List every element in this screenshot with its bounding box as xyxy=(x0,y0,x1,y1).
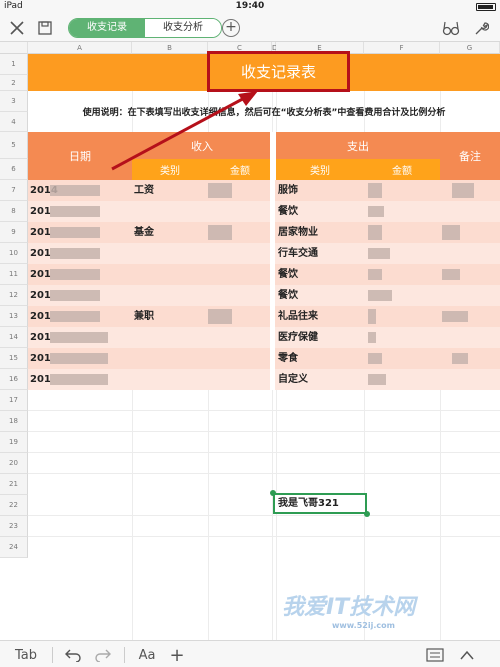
insert-button[interactable]: + xyxy=(166,645,188,666)
top-toolbar: 收支记录 收支分析 + xyxy=(0,14,500,42)
selection-handle[interactable] xyxy=(270,490,276,496)
grid-line xyxy=(28,515,500,516)
divider xyxy=(52,647,53,663)
save-icon[interactable] xyxy=(34,17,56,39)
undo-icon[interactable] xyxy=(62,645,84,665)
watermark-text: 我爱IT技术网 xyxy=(282,595,416,620)
watermark: 我爱IT技术网 www.52ij.com xyxy=(282,595,492,639)
grid-line xyxy=(28,452,500,453)
row-header[interactable]: 21 xyxy=(0,474,28,495)
keyboard-icon[interactable] xyxy=(424,645,446,665)
watermark-url: www.52ij.com xyxy=(332,621,395,630)
tab-income-record[interactable]: 收支记录 xyxy=(69,19,145,37)
selection-handle[interactable] xyxy=(364,511,370,517)
tab-key-button[interactable]: Tab xyxy=(8,645,44,665)
annotation-arrow xyxy=(111,91,258,171)
bottom-toolbar: Tab Aa + xyxy=(0,640,500,667)
selected-cell[interactable]: 我是飞哥321 xyxy=(273,493,367,514)
battery-icon xyxy=(476,3,496,11)
add-sheet-button[interactable]: + xyxy=(222,19,240,37)
close-icon[interactable] xyxy=(6,17,28,39)
row-header[interactable]: 22 xyxy=(0,495,28,516)
grid-line xyxy=(28,473,500,474)
row-header[interactable]: 23 xyxy=(0,516,28,537)
reading-glasses-icon[interactable] xyxy=(440,17,462,39)
wrench-icon[interactable] xyxy=(470,17,492,39)
spreadsheet-grid[interactable]: A B C D E F G 1 2 3 4 5 6 7 8 9 10 11 12… xyxy=(0,42,500,640)
row-header[interactable]: 20 xyxy=(0,453,28,474)
clock: 19:40 xyxy=(235,1,265,11)
font-format-button[interactable]: Aa xyxy=(134,645,160,665)
row-header[interactable]: 24 xyxy=(0,537,28,558)
redo-icon[interactable] xyxy=(92,645,114,665)
sheet-tabs: 收支记录 收支分析 xyxy=(68,18,222,38)
chevron-up-icon[interactable] xyxy=(456,645,478,665)
grid-line xyxy=(28,536,500,537)
divider xyxy=(124,647,125,663)
tab-income-analysis[interactable]: 收支分析 xyxy=(145,19,221,37)
status-bar: iPad 19:40 xyxy=(0,0,500,14)
